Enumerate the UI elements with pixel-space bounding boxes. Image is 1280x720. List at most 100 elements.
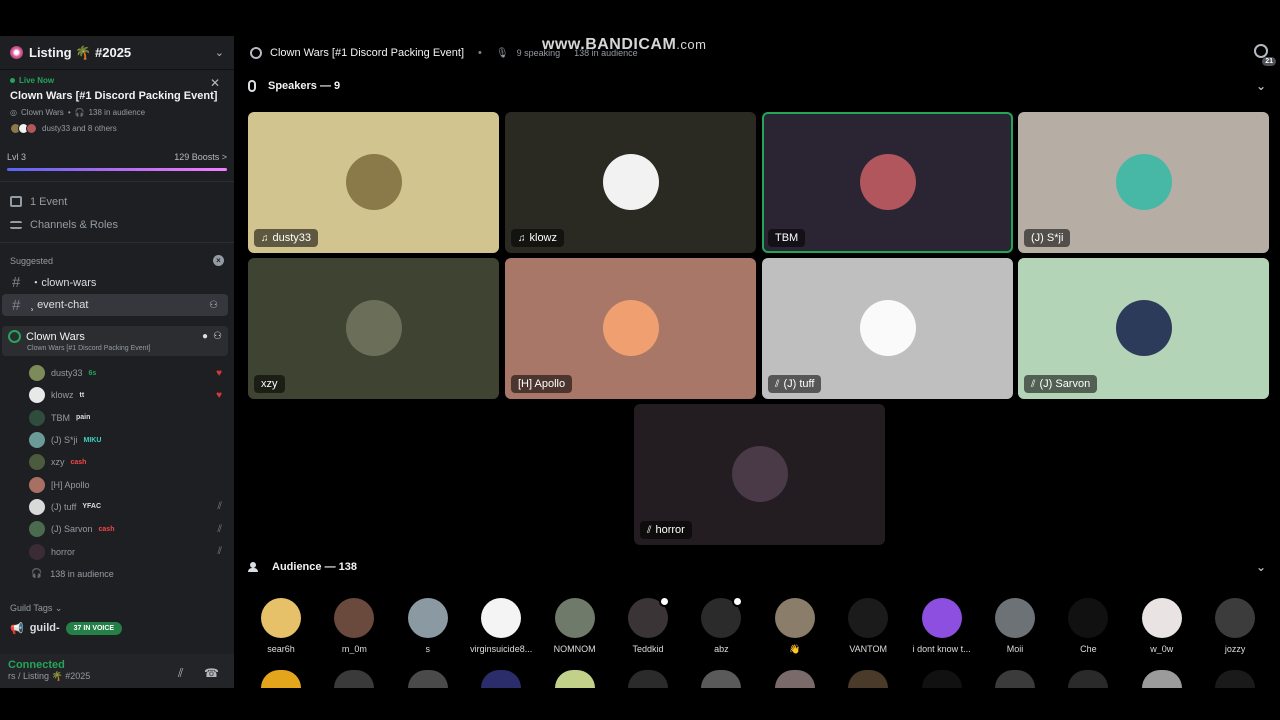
live-stage-card[interactable]: Live Now ✕ Clown Wars [#1 Discord Packin… — [0, 70, 234, 142]
hash-icon: # — [12, 296, 21, 314]
speaker-avatar — [860, 300, 916, 356]
events-link[interactable]: 1 Event — [0, 190, 234, 213]
bandicam-watermark: www.BANDICAM.com — [542, 36, 706, 54]
voice-member[interactable]: [H] Apollo — [0, 473, 234, 495]
voice-member[interactable]: dusty33 6s ♥ — [0, 362, 234, 384]
threads-button[interactable]: 21 — [1254, 44, 1276, 66]
voice-member[interactable]: (J) S*ji MIKU — [0, 429, 234, 451]
speaker-tile[interactable]: xzy — [248, 258, 499, 399]
audience-member[interactable]: w_0w — [1127, 598, 1197, 654]
audience-member[interactable]: abz — [686, 596, 756, 654]
audience-avatar-partial[interactable] — [701, 670, 742, 688]
guild-row[interactable]: 📢 guild- 37 IN VOICE — [0, 618, 234, 639]
member-name: [H] Apollo — [51, 479, 90, 490]
audience-avatar-partial[interactable] — [921, 670, 962, 688]
guild-tag: tt — [79, 391, 85, 399]
live-stage-meta: ◎ Clown Wars • 🎧 138 in audience — [10, 108, 146, 117]
server-title: Listing 🌴 #2025 — [29, 44, 132, 60]
voice-member[interactable]: TBM pain — [0, 407, 234, 429]
close-icon[interactable]: ✕ — [210, 76, 220, 90]
avatar — [701, 596, 744, 638]
speaker-name: (J) Sarvon — [1039, 378, 1091, 390]
noise-suppression-icon[interactable]: ⫽ — [178, 666, 183, 681]
audience-avatar-partial[interactable] — [261, 670, 301, 688]
voice-member[interactable]: xzy cash — [0, 451, 234, 473]
audience-avatar-partial[interactable] — [481, 670, 522, 688]
audience-name: sear6h — [267, 644, 295, 654]
audience-name: VANTOM — [849, 644, 888, 654]
channel-event-chat[interactable]: # ¸ event-chat ⚇ — [2, 294, 228, 316]
stage-channel-icon — [8, 330, 21, 343]
audience-member[interactable]: Teddkid — [613, 596, 683, 654]
speaker-name: klowz — [529, 232, 558, 244]
server-icon — [10, 46, 23, 59]
channel-clown-wars[interactable]: # ・clown-wars — [2, 271, 228, 293]
streaming-icon: ♫ — [261, 232, 269, 244]
voice-member[interactable]: (J) tuff YFAC ⫽ — [0, 496, 234, 518]
connection-location[interactable]: rs / Listing 🌴 #2025 — [8, 671, 226, 682]
audience-avatar-partial[interactable] — [848, 670, 889, 688]
speaker-tile[interactable]: ⫽ (J) tuff — [762, 258, 1013, 399]
speaker-tile[interactable]: ♫ klowz — [505, 112, 756, 253]
server-header[interactable]: Listing 🌴 #2025 ⌄ — [0, 36, 234, 70]
chat-bubble-icon[interactable]: ● — [202, 331, 208, 342]
audience-member[interactable]: Che — [1053, 598, 1123, 654]
audience-section-header[interactable]: Audience — 138 ⌄ — [234, 551, 1280, 583]
speaker-tile[interactable]: ⫽ horror — [634, 404, 885, 545]
disconnect-icon[interactable]: ☎ — [204, 666, 219, 680]
audience-member[interactable]: NOMNOM — [540, 598, 610, 654]
speaker-avatar — [860, 154, 916, 210]
participant-avatars — [10, 123, 37, 134]
audience-avatar-partial[interactable] — [774, 670, 815, 688]
avatar — [29, 543, 45, 560]
audience-avatar-partial[interactable] — [628, 670, 668, 688]
audience-member[interactable]: m_0m — [319, 598, 389, 654]
audience-avatar-partial[interactable] — [334, 670, 375, 688]
audience-member[interactable]: virginsuicide8... — [466, 598, 536, 654]
audience-avatar-partial[interactable] — [554, 670, 595, 688]
audience-member[interactable]: VANTOM — [833, 598, 903, 654]
voice-channel-clown-wars[interactable]: Clown Wars ● ⚇ Clown Wars [#1 Discord Pa… — [2, 326, 228, 356]
audience-avatar-partial[interactable] — [1141, 670, 1182, 688]
channels-roles-link[interactable]: Channels & Roles — [0, 213, 234, 236]
chevron-down-icon[interactable]: ⌄ — [1256, 79, 1266, 93]
audience-avatar-partial[interactable] — [407, 670, 448, 688]
in-voice-pill[interactable]: 37 IN VOICE — [65, 621, 123, 635]
audience-count-row[interactable]: 🎧 138 in audience — [0, 563, 234, 585]
speaker-tile[interactable]: [H] Apollo — [505, 258, 756, 399]
audience-member[interactable]: sear6h — [246, 598, 316, 654]
audience-avatar-partial[interactable] — [1068, 670, 1109, 688]
speaker-name: (J) tuff — [783, 378, 815, 390]
voice-member[interactable]: (J) Sarvon cash ⫽ — [0, 518, 234, 540]
voice-member[interactable]: klowz tt ♥ — [0, 384, 234, 406]
speaker-avatar — [603, 300, 659, 356]
speaker-tile[interactable]: ♫ dusty33 — [248, 112, 499, 253]
add-member-icon[interactable]: ⚇ — [209, 300, 218, 311]
guild-tags-header[interactable]: Guild Tags ⌄ — [0, 585, 234, 618]
megaphone-icon: 📢 — [10, 622, 24, 635]
speaker-tile[interactable]: ⫽ (J) Sarvon — [1018, 258, 1269, 399]
chevron-down-icon[interactable]: ⌄ — [1256, 560, 1266, 574]
audience-avatar-partial[interactable] — [995, 670, 1035, 688]
audience-member[interactable]: i dont know t... — [907, 598, 977, 654]
avatar — [774, 598, 815, 638]
voice-member[interactable]: horror ⫽ — [0, 540, 234, 562]
boost-progress-bar — [7, 168, 227, 171]
audience-member[interactable]: Moii — [980, 598, 1050, 654]
boost-progress[interactable]: Lvl 3 129 Boosts > — [0, 142, 234, 171]
chevron-down-icon[interactable]: ⌄ — [215, 46, 224, 59]
audience-member[interactable]: jozzy — [1200, 598, 1270, 654]
live-now-badge: Live Now — [10, 76, 224, 85]
audience-name: w_0w — [1150, 644, 1174, 654]
speaker-nametag: [H] Apollo — [511, 375, 573, 393]
audience-avatar-partial[interactable] — [1215, 670, 1256, 688]
audience-member[interactable]: 👋 — [760, 598, 830, 655]
speakers-section-header[interactable]: Speakers — 9 ⌄ — [234, 70, 1280, 102]
channel-sidebar: Listing 🌴 #2025 ⌄ Live Now ✕ Clown Wars … — [0, 36, 234, 688]
invite-icon[interactable]: ⚇ — [213, 331, 222, 342]
speaker-tile[interactable]: (J) S*ji — [1018, 112, 1269, 253]
dismiss-icon[interactable]: × — [213, 255, 224, 266]
audience-member[interactable]: s — [393, 598, 463, 654]
audience-grid: sear6h m_0m s virginsuicide8... NOMNOM Teddki… — [234, 590, 1280, 688]
speaker-tile[interactable]: TBM — [762, 112, 1013, 253]
